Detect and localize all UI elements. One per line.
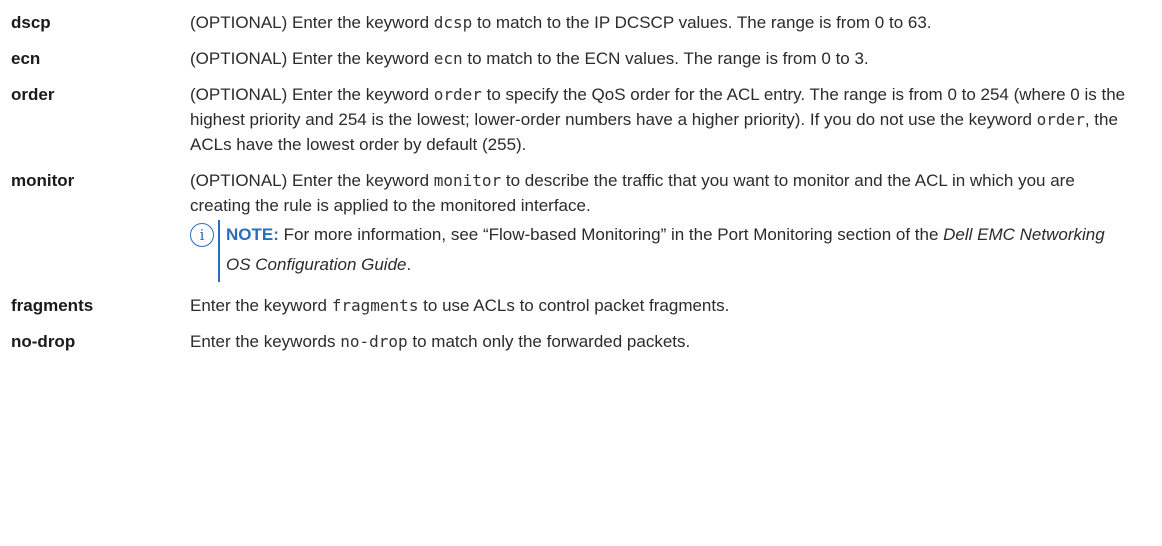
param-description: (OPTIONAL) Enter the keyword ecn to matc… xyxy=(190,46,1130,71)
note-body: NOTE: For more information, see “Flow-ba… xyxy=(218,220,1130,282)
param-row-dscp: dscp (OPTIONAL) Enter the keyword dcsp t… xyxy=(0,10,1162,35)
desc-text: (OPTIONAL) Enter the keyword xyxy=(190,171,434,190)
note-text: . xyxy=(406,255,412,274)
desc-text: Enter the keywords xyxy=(190,332,341,351)
keyword-code: dcsp xyxy=(433,13,473,32)
parameter-table: dscp (OPTIONAL) Enter the keyword dcsp t… xyxy=(0,0,1162,354)
note-text: For more information, see “Flow-based Mo… xyxy=(278,225,944,244)
desc-text: Enter the keyword xyxy=(190,296,332,315)
param-description: (OPTIONAL) Enter the keyword order to sp… xyxy=(190,82,1130,157)
param-term: ecn xyxy=(11,49,41,68)
desc-text: to use ACLs to control packet fragments. xyxy=(418,296,730,315)
param-row-monitor: monitor (OPTIONAL) Enter the keyword mon… xyxy=(0,168,1162,282)
keyword-code: fragments xyxy=(331,296,419,315)
desc-text: to match only the forwarded packets. xyxy=(407,332,691,351)
keyword-code: no-drop xyxy=(340,332,408,351)
note-callout: i NOTE: For more information, see “Flow-… xyxy=(190,220,1130,282)
info-icon: i xyxy=(190,223,214,247)
keyword-code: monitor xyxy=(433,171,502,190)
desc-text: to match to the IP DCSCP values. The ran… xyxy=(472,13,932,32)
note-label: NOTE: xyxy=(226,225,279,244)
desc-text: (OPTIONAL) Enter the keyword xyxy=(190,85,434,104)
param-term: order xyxy=(11,85,55,104)
param-row-order: order (OPTIONAL) Enter the keyword order… xyxy=(0,82,1162,157)
param-term: dscp xyxy=(11,13,51,32)
param-term: no-drop xyxy=(11,332,76,351)
param-description: (OPTIONAL) Enter the keyword monitor to … xyxy=(190,168,1130,282)
keyword-code: order xyxy=(433,85,482,104)
desc-paragraph: (OPTIONAL) Enter the keyword monitor to … xyxy=(190,168,1130,218)
param-row-no-drop: no-drop Enter the keywords no-drop to ma… xyxy=(0,329,1162,354)
desc-text: (OPTIONAL) Enter the keyword xyxy=(190,49,434,68)
desc-text: (OPTIONAL) Enter the keyword xyxy=(190,13,434,32)
param-description: Enter the keywords no-drop to match only… xyxy=(190,329,1130,354)
param-row-ecn: ecn (OPTIONAL) Enter the keyword ecn to … xyxy=(0,46,1162,71)
keyword-code: ecn xyxy=(433,49,463,68)
desc-text: to match to the ECN values. The range is… xyxy=(462,49,869,68)
param-description: Enter the keyword fragments to use ACLs … xyxy=(190,293,1130,318)
param-term: fragments xyxy=(11,296,94,315)
param-description: (OPTIONAL) Enter the keyword dcsp to mat… xyxy=(190,10,1130,35)
keyword-code: order xyxy=(1036,110,1085,129)
param-term: monitor xyxy=(11,171,75,190)
param-row-fragments: fragments Enter the keyword fragments to… xyxy=(0,293,1162,318)
